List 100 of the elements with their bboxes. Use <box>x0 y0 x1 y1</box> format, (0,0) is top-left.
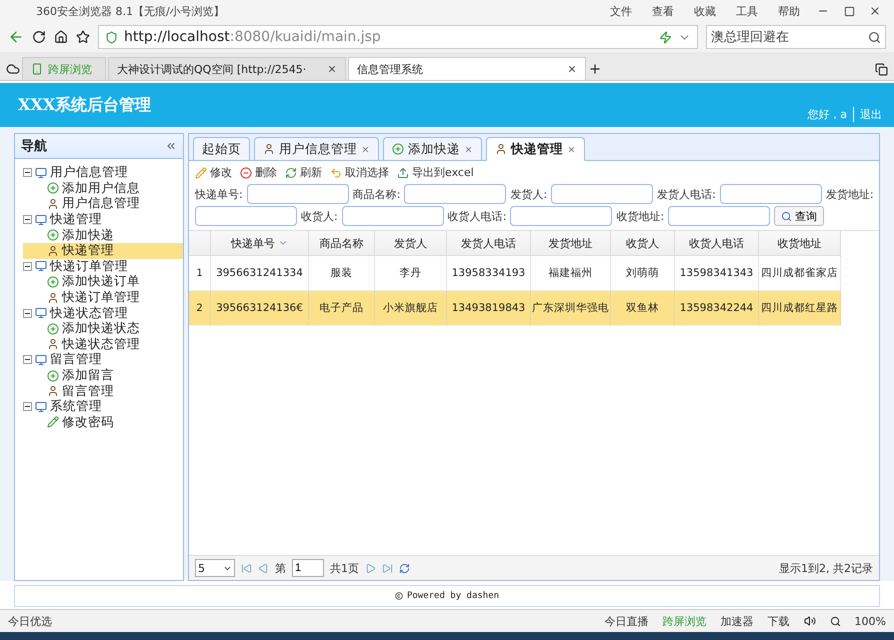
tab[interactable]: 起始页 <box>193 137 250 160</box>
input-field[interactable] <box>551 184 654 204</box>
tree-item[interactable]: 快递管理 <box>23 242 183 259</box>
new-tab-icon[interactable] <box>588 62 602 76</box>
input-field[interactable] <box>510 206 612 226</box>
undo-icon <box>330 166 342 178</box>
tree-item[interactable]: 修改密码 <box>23 414 183 430</box>
search-icon[interactable] <box>868 30 881 44</box>
collapse-toggle-icon[interactable] <box>23 215 32 224</box>
column-header[interactable]: 快递单号 <box>211 231 309 256</box>
user-icon <box>47 292 59 304</box>
toolbar-button[interactable]: 刷新 <box>285 165 322 180</box>
pencil-icon <box>195 166 207 178</box>
tree-item[interactable]: 快递状态管理 <box>23 305 183 321</box>
refresh-icon <box>285 166 297 178</box>
add-icon <box>47 229 59 242</box>
status-item[interactable]: 加速器 <box>720 614 754 628</box>
browser-tab[interactable]: 大神设计调试的QQ空间 [http://2545· <box>108 57 346 80</box>
collapse-toggle-icon[interactable] <box>23 308 32 318</box>
tree-item[interactable]: 快递订单管理 <box>23 258 183 274</box>
tree-item[interactable]: 添加用户信息 <box>23 180 183 196</box>
menu-item[interactable]: 文件 <box>610 4 632 18</box>
tree-item[interactable]: 留言管理 <box>23 383 183 399</box>
column-header[interactable]: 发货人电话 <box>447 231 531 256</box>
address-field[interactable]: http://localhost:8080/kuaidi/main.jsp <box>98 25 698 49</box>
toolbar-button[interactable]: 导出到excel <box>397 165 474 180</box>
home-icon[interactable] <box>54 30 68 44</box>
table-cell: 395663124136€ <box>211 291 309 326</box>
input-field[interactable] <box>195 206 297 226</box>
tree-item[interactable]: 留言管理 <box>23 352 183 368</box>
row-number: 1 <box>189 256 211 291</box>
column-header[interactable]: 发货人 <box>375 231 447 256</box>
refresh-icon[interactable] <box>399 562 410 574</box>
tree-item[interactable]: 添加快递状态 <box>23 320 183 337</box>
status-item[interactable]: 下载 <box>768 614 790 628</box>
menu-item[interactable]: 帮助 <box>778 4 800 18</box>
volume-icon[interactable] <box>804 615 816 627</box>
table-cell: 四川成都雀家店 <box>759 256 841 291</box>
column-header[interactable]: 商品名称 <box>309 231 375 256</box>
cloud-icon[interactable] <box>6 62 20 76</box>
url-text: http://localhost:8080/kuaidi/main.jsp <box>124 29 381 45</box>
search-field[interactable]: 澳总理回避在 <box>706 25 886 49</box>
tab[interactable]: 快递管理 <box>486 137 585 161</box>
maximize-icon[interactable] <box>844 6 854 16</box>
collapse-toggle-icon[interactable] <box>23 402 32 412</box>
tab[interactable]: 添加快递 <box>383 137 482 160</box>
tree-item[interactable]: 用户信息管理 <box>23 196 183 212</box>
tree-item[interactable]: 添加快递 <box>23 227 183 243</box>
tree-item[interactable]: 添加快递订单 <box>23 274 183 290</box>
zoom-level[interactable]: 100% <box>854 614 886 628</box>
input-field[interactable] <box>720 184 822 204</box>
collapse-toggle-icon[interactable] <box>23 355 32 364</box>
column-header[interactable]: 收货人 <box>611 231 675 256</box>
tree-item[interactable]: 添加留言 <box>23 368 183 384</box>
page-input[interactable]: 1 <box>292 559 324 577</box>
close-icon[interactable] <box>327 64 337 74</box>
input-field[interactable] <box>246 184 349 204</box>
table-cell: 13598341343 <box>675 256 759 291</box>
monitor-icon <box>35 400 47 413</box>
close-icon[interactable] <box>869 5 881 17</box>
add-icon <box>47 370 59 382</box>
footer-text: Powered by dashen <box>406 591 500 601</box>
close-icon[interactable] <box>567 64 577 74</box>
windows-icon[interactable] <box>875 63 888 76</box>
toolbar-button[interactable]: 删除 <box>240 165 277 180</box>
add-icon <box>47 276 59 288</box>
star-icon[interactable] <box>76 30 90 44</box>
column-header[interactable]: 收货地址 <box>759 231 841 256</box>
input-field[interactable] <box>668 206 770 226</box>
page-size-select[interactable]: 5 <box>195 559 235 577</box>
collapse-toggle-icon[interactable] <box>23 262 32 271</box>
monitor-icon <box>35 260 47 272</box>
tree-item[interactable]: 用户信息管理 <box>23 165 183 181</box>
pencil-icon <box>47 416 59 428</box>
table-cell: 刘萌萌 <box>611 256 675 291</box>
column-header[interactable]: 发货地址 <box>531 231 611 256</box>
tab[interactable]: 用户信息管理 <box>254 137 379 160</box>
field-label: 收货人: <box>301 208 338 224</box>
menu-item[interactable]: 工具 <box>736 4 758 18</box>
status-item[interactable]: 今日直播 <box>604 614 649 628</box>
zoom-icon[interactable] <box>830 616 841 626</box>
tree-item[interactable]: 快递管理 <box>23 212 183 228</box>
tree-item[interactable]: 系统管理 <box>23 398 183 414</box>
input-field[interactable] <box>404 184 506 204</box>
input-field[interactable] <box>342 206 444 226</box>
back-icon[interactable] <box>8 29 24 45</box>
collapse-icon[interactable] <box>165 140 177 152</box>
tree-item[interactable]: 快递状态管理 <box>23 336 183 352</box>
menu-item[interactable]: 收藏 <box>694 4 716 18</box>
toolbar-button[interactable]: 修改 <box>195 165 232 180</box>
field-label: 收货人电话: <box>448 208 506 224</box>
column-header[interactable]: 收货人电话 <box>675 231 759 256</box>
search-button[interactable]: 查询 <box>774 206 824 226</box>
browser-tab[interactable]: 信息管理系统 <box>348 57 586 80</box>
tree-item[interactable]: 快递订单管理 <box>23 290 183 306</box>
collapse-toggle-icon[interactable] <box>23 168 32 178</box>
toolbar-button[interactable]: 取消选择 <box>330 165 389 180</box>
table-cell: 服装 <box>309 256 375 291</box>
menu-item[interactable]: 查看 <box>652 4 674 18</box>
reload-icon[interactable] <box>32 30 46 44</box>
